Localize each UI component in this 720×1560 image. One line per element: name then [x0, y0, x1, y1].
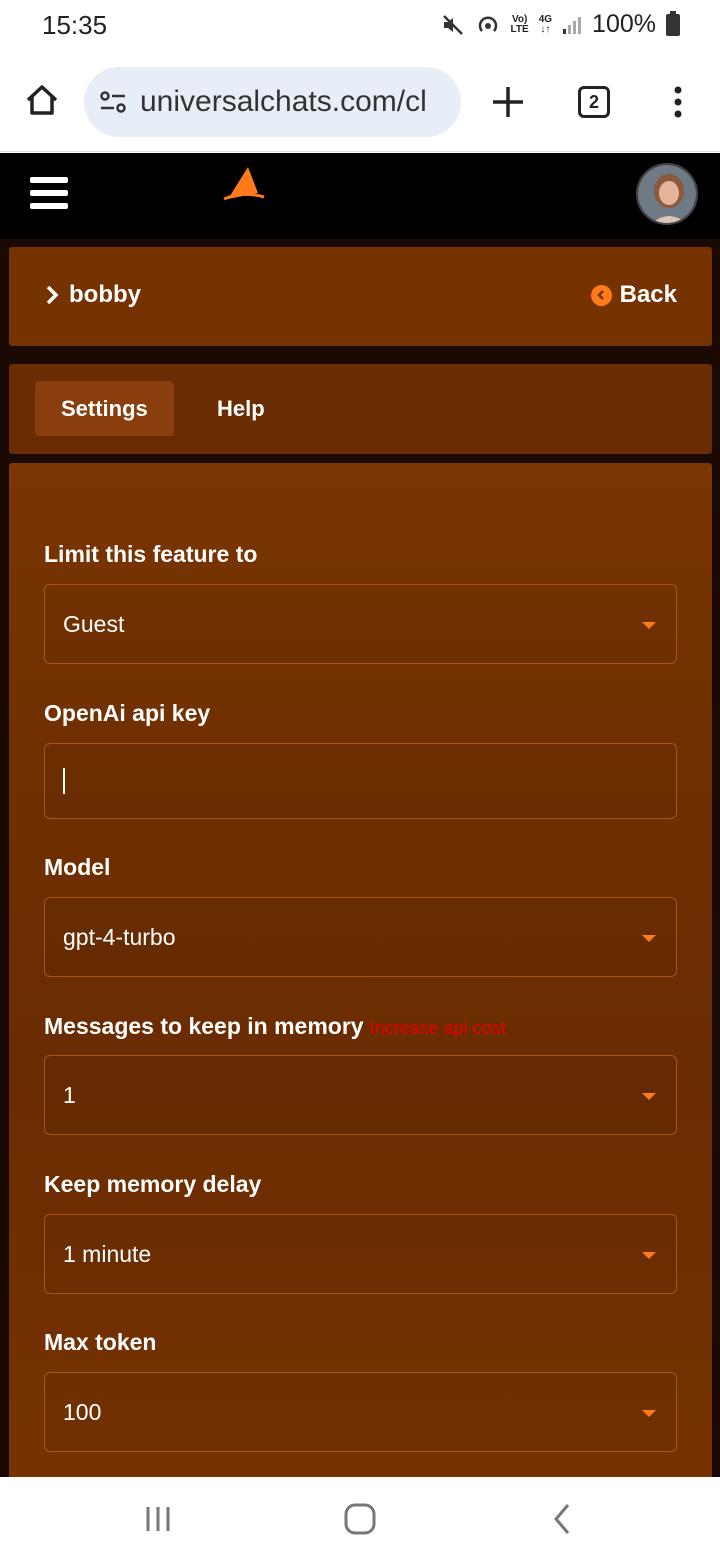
api-key-input[interactable]: [44, 743, 677, 819]
memory-delay-select[interactable]: 1 minute: [44, 1214, 677, 1294]
model-select[interactable]: gpt-4-turbo: [44, 897, 677, 977]
browser-toolbar: universalchats.com/cl 2: [0, 52, 720, 152]
network-4g-icon: 4G ↓↑: [538, 13, 553, 35]
caret-down-icon: [642, 1252, 656, 1259]
memory-label: Messages to keep in memory Increase api c…: [44, 1013, 506, 1039]
limit-feature-label: Limit this feature to: [44, 541, 258, 567]
memory-delay-value: 1 minute: [63, 1240, 152, 1267]
model-label: Model: [44, 854, 111, 880]
settings-form: Limit this feature to Guest OpenAi api k…: [9, 463, 712, 1477]
status-icons: Vo) LTE 4G ↓↑ 100%: [441, 10, 680, 39]
caret-down-icon: [642, 1093, 656, 1100]
max-token-label: Max token: [44, 1329, 157, 1355]
breadcrumb: bobby: [45, 281, 141, 309]
memory-select[interactable]: 1: [44, 1055, 677, 1135]
model-value: gpt-4-turbo: [63, 923, 176, 950]
back-button[interactable]: Back: [590, 281, 677, 309]
browser-menu-button[interactable]: [664, 84, 692, 120]
battery-percent: 100%: [592, 10, 656, 38]
tab-switcher-button[interactable]: 2: [578, 86, 610, 118]
back-label: Back: [619, 281, 677, 308]
hotspot-icon: [475, 12, 501, 38]
system-nav-bar: [0, 1477, 720, 1560]
home-nav-icon[interactable]: [342, 1501, 378, 1537]
app-header: Halloween: [0, 153, 720, 239]
url-text[interactable]: universalchats.com/cl: [140, 85, 427, 119]
status-time: 15:35: [42, 10, 108, 40]
memory-delay-label: Keep memory delay: [44, 1171, 262, 1197]
caret-down-icon: [642, 935, 656, 942]
plus-icon: [493, 87, 523, 117]
battery-icon: [666, 10, 680, 36]
limit-feature-select[interactable]: Guest: [44, 584, 677, 664]
mute-icon: [441, 13, 465, 37]
tabs-panel: Settings Help: [9, 364, 712, 454]
signal-icon: [562, 15, 582, 35]
address-bar[interactable]: universalchats.com/cl: [84, 67, 461, 137]
hamburger-menu-icon[interactable]: [30, 177, 68, 211]
halloween-logo[interactable]: Halloween: [87, 165, 303, 230]
chevron-right-icon: [46, 285, 59, 305]
breadcrumb-panel: bobby Back: [9, 247, 712, 346]
api-cost-warning: Increase api cost: [369, 1018, 506, 1038]
caret-down-icon: [642, 622, 656, 629]
app-content: Halloween bobby Back Settings: [0, 153, 720, 1477]
caret-down-icon: [642, 1410, 656, 1417]
home-icon: [26, 85, 58, 115]
text-cursor: [63, 768, 65, 794]
max-token-value: 100: [63, 1398, 102, 1425]
recent-apps-icon[interactable]: [140, 1501, 176, 1537]
user-avatar[interactable]: [636, 163, 698, 225]
max-token-select[interactable]: 100: [44, 1372, 677, 1452]
tab-settings[interactable]: Settings: [35, 381, 174, 436]
new-tab-button[interactable]: [488, 82, 528, 122]
more-vert-icon: [674, 86, 682, 118]
status-bar: 15:35 Vo) LTE 4G ↓↑ 100%: [0, 0, 720, 52]
back-arrow-icon: [590, 284, 612, 306]
api-key-label: OpenAi api key: [44, 700, 211, 726]
volte-icon: Vo) LTE: [510, 13, 529, 35]
tab-help[interactable]: Help: [191, 381, 291, 436]
site-settings-icon[interactable]: [98, 87, 128, 117]
memory-value: 1: [63, 1081, 76, 1108]
home-button[interactable]: [22, 80, 62, 120]
breadcrumb-label: bobby: [69, 281, 141, 308]
limit-feature-value: Guest: [63, 610, 125, 637]
back-nav-icon[interactable]: [544, 1501, 580, 1537]
